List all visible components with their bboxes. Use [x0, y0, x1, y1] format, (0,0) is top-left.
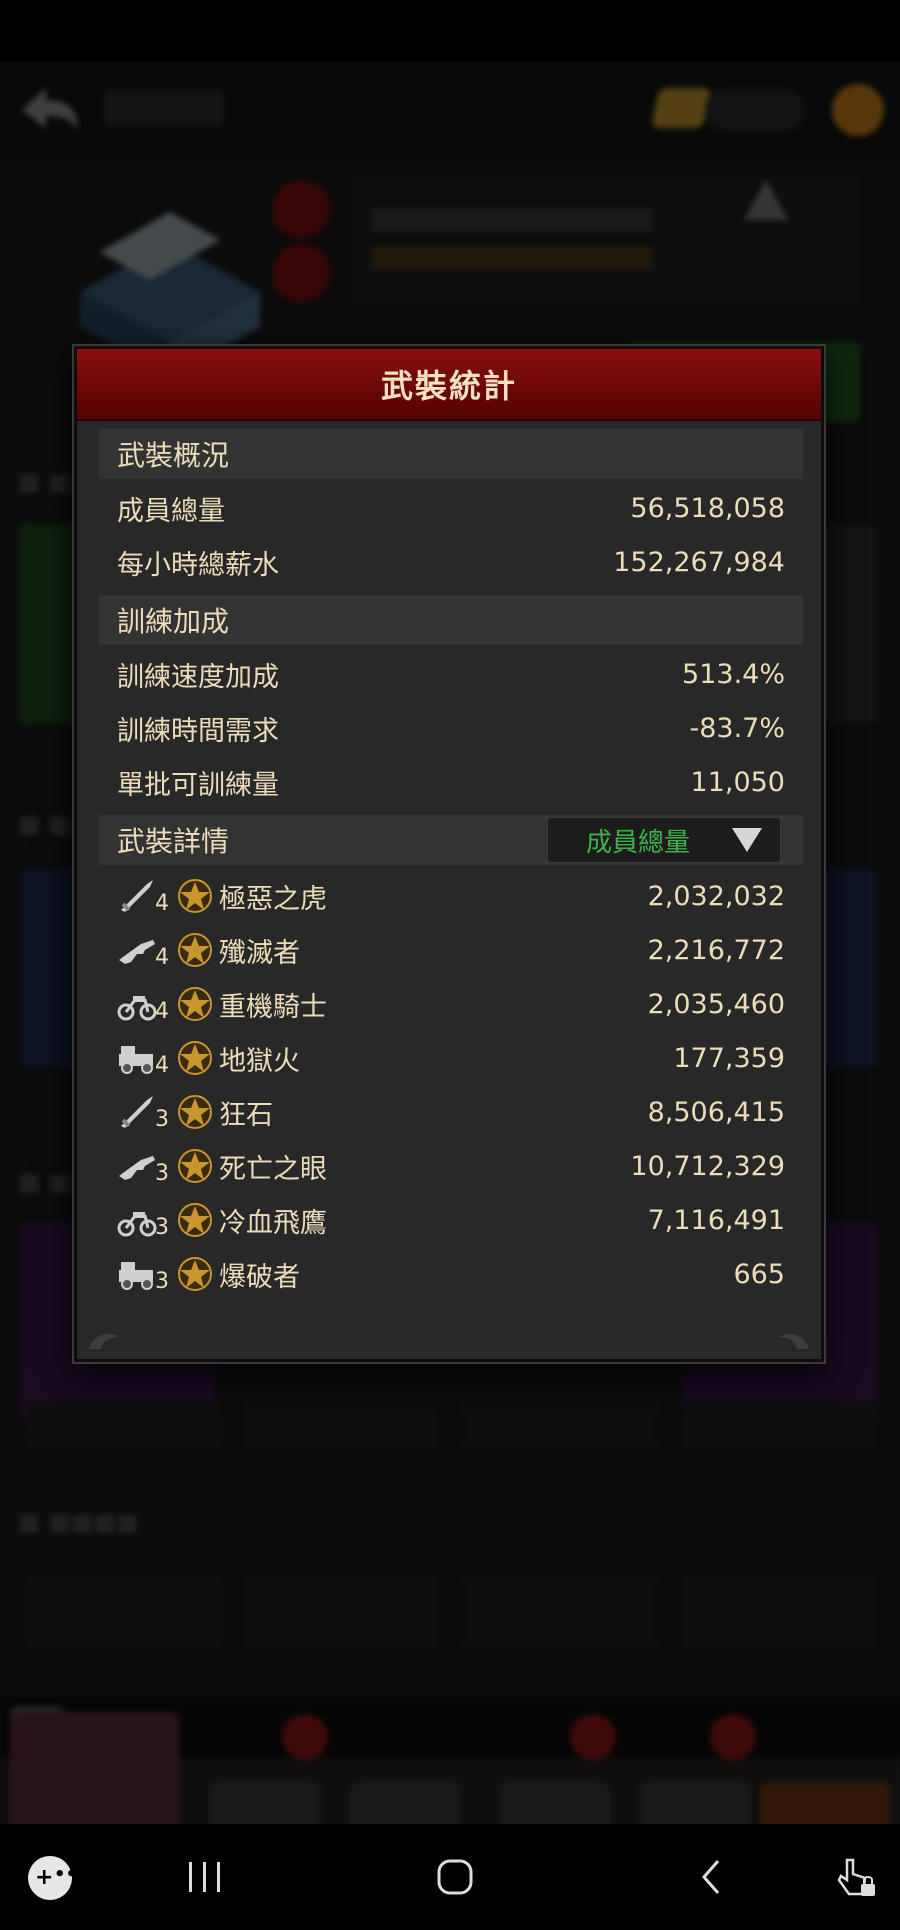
- stat-row-training-time: 訓練時間需求 -83.7%: [117, 703, 785, 753]
- star-badge-icon: [177, 986, 213, 1022]
- dialog-title: 武裝統計: [380, 367, 517, 405]
- status-bar: [0, 0, 900, 62]
- stat-row-total-members: 成員總量 56,518,058: [117, 483, 785, 533]
- stat-label: 訓練速度加成: [117, 661, 279, 693]
- unit-row: 3 死亡之眼 10,712,329: [117, 1139, 785, 1193]
- unit-name: 爆破者: [219, 1261, 300, 1293]
- star-badge-icon: [177, 1040, 213, 1076]
- section-header-training: 訓練加成: [99, 595, 803, 645]
- blade-icon: [117, 876, 157, 916]
- recent-apps-icon: [189, 1862, 220, 1892]
- unit-tier: 4: [155, 944, 169, 970]
- back-button[interactable]: [686, 1852, 736, 1902]
- stat-value: -83.7%: [689, 712, 785, 744]
- stat-value: 152,267,984: [613, 546, 785, 578]
- unit-tier: 4: [155, 998, 169, 1024]
- unit-count: 665: [733, 1258, 785, 1290]
- stat-label: 訓練時間需求: [117, 715, 279, 747]
- unit-tier: 3: [155, 1160, 169, 1186]
- dialog-body: 武裝概況 成員總量 56,518,058 每小時總薪水 152,267,984 …: [77, 421, 821, 1359]
- unit-row: 3 爆破者 665: [117, 1247, 785, 1301]
- home-button[interactable]: [430, 1852, 480, 1902]
- star-badge-icon: [177, 878, 213, 914]
- stat-label: 成員總量: [117, 495, 225, 527]
- star-badge-icon: [177, 1148, 213, 1184]
- stat-label: 每小時總薪水: [117, 549, 279, 581]
- unit-row: 3 冷血飛鷹 7,116,491: [117, 1193, 785, 1247]
- section-title: 武裝詳情: [117, 825, 230, 858]
- stat-label: 單批可訓練量: [117, 769, 279, 801]
- stat-row-training-speed: 訓練速度加成 513.4%: [117, 649, 785, 699]
- star-badge-icon: [177, 1094, 213, 1130]
- stat-row-hourly-salary: 每小時總薪水 152,267,984: [117, 537, 785, 587]
- stat-value: 11,050: [690, 766, 785, 798]
- unit-row: 3 狂石 8,506,415: [117, 1085, 785, 1139]
- unit-name: 極惡之虎: [219, 883, 327, 915]
- star-badge-icon: [177, 932, 213, 968]
- unit-name: 狂石: [219, 1099, 273, 1131]
- star-badge-icon: [177, 1256, 213, 1292]
- corner-ornament-icon: [89, 1333, 119, 1349]
- home-icon: [437, 1859, 473, 1895]
- touch-lock-button[interactable]: [826, 1852, 886, 1902]
- motorbike-icon: [117, 984, 157, 1024]
- rifle-icon: [117, 1146, 157, 1186]
- touch-lock-icon: [837, 1858, 875, 1896]
- triangle-down-icon: [732, 828, 762, 852]
- unit-name: 死亡之眼: [219, 1153, 327, 1185]
- unit-count: 7,116,491: [647, 1204, 785, 1236]
- unit-count: 2,216,772: [647, 934, 785, 966]
- dialog-header: 武裝統計: [77, 349, 821, 421]
- unit-count: 177,359: [673, 1042, 785, 1074]
- stat-value: 513.4%: [682, 658, 785, 690]
- unit-count: 2,035,460: [647, 988, 785, 1020]
- unit-name: 重機騎士: [219, 991, 327, 1023]
- stat-row-batch-capacity: 單批可訓練量 11,050: [117, 757, 785, 807]
- motorbike-icon: [117, 1200, 157, 1240]
- unit-count: 10,712,329: [630, 1150, 785, 1182]
- rifle-icon: [117, 930, 157, 970]
- corner-ornament-icon: [779, 1333, 809, 1349]
- blade-icon: [117, 1092, 157, 1132]
- stat-value: 56,518,058: [630, 492, 785, 524]
- unit-tier: 4: [155, 890, 169, 916]
- unit-row: 4 極惡之虎 2,032,032: [117, 869, 785, 923]
- unit-tier: 4: [155, 1052, 169, 1078]
- unit-count: 2,032,032: [647, 880, 785, 912]
- section-header-details: 武裝詳情 成員總量: [99, 815, 803, 865]
- unit-row: 4 殲滅者 2,216,772: [117, 923, 785, 977]
- unit-count: 8,506,415: [647, 1096, 785, 1128]
- back-chevron-icon: [702, 1860, 720, 1894]
- system-navigation-bar: + ••: [0, 1824, 900, 1930]
- recent-apps-button[interactable]: [180, 1852, 230, 1902]
- unit-tier: 3: [155, 1268, 169, 1294]
- armament-stats-dialog: 武裝統計 武裝概況 成員總量 56,518,058 每小時總薪水 152,267…: [74, 346, 824, 1362]
- game-tools-icon[interactable]: + ••: [28, 1856, 77, 1900]
- unit-tier: 3: [155, 1106, 169, 1132]
- sort-dropdown[interactable]: 成員總量: [547, 817, 781, 863]
- unit-row: 4 重機騎士 2,035,460: [117, 977, 785, 1031]
- unit-row: 4 地獄火 177,359: [117, 1031, 785, 1085]
- truck-icon: [117, 1254, 157, 1294]
- unit-tier: 3: [155, 1214, 169, 1240]
- unit-name: 冷血飛鷹: [219, 1207, 327, 1239]
- unit-name: 地獄火: [219, 1045, 300, 1077]
- section-title: 武裝概況: [117, 439, 230, 472]
- section-title: 訓練加成: [117, 605, 230, 638]
- unit-name: 殲滅者: [219, 937, 300, 969]
- section-header-overview: 武裝概況: [99, 429, 803, 479]
- truck-icon: [117, 1038, 157, 1078]
- star-badge-icon: [177, 1202, 213, 1238]
- sort-dropdown-label: 成員總量: [586, 827, 691, 858]
